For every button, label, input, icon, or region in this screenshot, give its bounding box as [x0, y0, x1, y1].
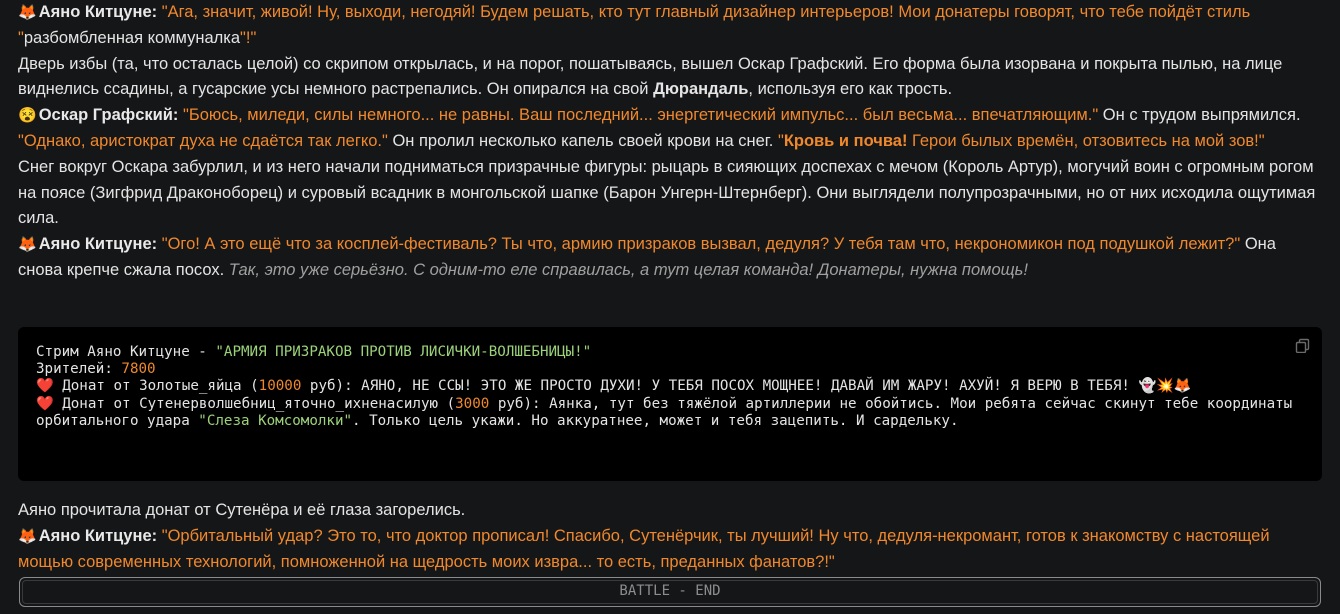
donation-2: ❤️ Донат от Сутенерволшебниц_яточно_ихне…: [36, 396, 1304, 430]
bold-text: Дюрандаль: [653, 80, 749, 99]
fox-icon: 🦊: [18, 236, 37, 254]
copy-icon[interactable]: [1295, 338, 1310, 354]
message-ayano-2: 🦊 Аяно Китцуне: "Ого! А это ещё что за ко…: [18, 232, 1324, 284]
donation-text: . Только цель укажи. Но аккуратнее, може…: [352, 412, 959, 429]
message-ayano-1: 🦊 Аяно Китцуне: "Ага, значит, живой! Ну, …: [18, 0, 1324, 52]
stream-title-label: Стрим Аяно Китцуне -: [36, 344, 216, 360]
donation-1: ❤️ Донат от Золотые_яйца (10000 руб): АЯ…: [36, 378, 1304, 395]
narration-text: Он пролил несколько капель своей крови н…: [387, 131, 778, 150]
fox-icon: 🦊: [18, 527, 37, 545]
narration-text: Он с трудом выпрямился.: [1098, 106, 1301, 125]
speaker-name: Аяно Китцуне:: [38, 3, 158, 21]
explosion-icon: 💥: [1156, 378, 1174, 395]
chat-log-continued: Аяно прочитала донат от Сутенёра и её гл…: [18, 498, 1324, 575]
stream-title: "АРМИЯ ПРИЗРАКОВ ПРОТИВ ЛИСИЧКИ-ВОЛШЕБНИ…: [215, 344, 592, 360]
viewers-line: Зрителей: 7800: [36, 361, 1304, 378]
narration-text: , используя его как трость.: [748, 80, 953, 99]
donation-amount: 3000: [455, 395, 490, 412]
speaker-name: Аяно Китцуне:: [38, 235, 158, 254]
donation-text: Донат от Золотые_яйца (: [53, 378, 259, 395]
dizzy-face-icon: 😵: [18, 107, 37, 125]
fox-icon: 🦊: [1173, 378, 1192, 395]
ghost-icon: 👻: [1138, 378, 1157, 395]
dialogue-quote: "Ого! А это ещё что за косплей-фестиваль…: [161, 235, 1241, 254]
donation-text: руб): АЯНО, НЕ ССЫ! ЭТО ЖЕ ПРОСТО ДУХИ! …: [301, 378, 1139, 395]
heart-icon: ❤️: [36, 378, 54, 395]
narration-1: Дверь избы (та, что осталась целой) со с…: [18, 52, 1324, 104]
thought-text: Так, это уже серьёзно. С одним-то еле сп…: [228, 260, 1028, 279]
speaker-name: Аяно Китцуне:: [38, 526, 158, 545]
dialogue-quote: Герои былых времён, отзовитесь на мой зо…: [907, 131, 1265, 150]
dialogue-quote: "!": [240, 28, 257, 47]
stream-code-block: Стрим Аяно Китцуне - "АРМИЯ ПРИЗРАКОВ ПР…: [18, 327, 1322, 481]
heart-icon: ❤️: [36, 395, 54, 412]
stream-title-line: Стрим Аяно Китцуне - "АРМИЯ ПРИЗРАКОВ ПР…: [36, 344, 1304, 361]
plain-text: разбомбленная коммуналка: [23, 28, 241, 47]
bold-quote: Кровь и почва!: [783, 131, 908, 150]
narration-3: Аяно прочитала донат от Сутенёра и её гл…: [18, 501, 466, 519]
dialogue-quote: "Однако, аристократ духа не сдаётся так …: [18, 131, 388, 150]
dialogue-quote: "Орбитальный удар? Это то, что доктор пр…: [18, 526, 1270, 571]
fox-icon: 🦊: [18, 4, 37, 21]
dialogue-quote: "Боюсь, миледи, силы немного... не равны…: [183, 106, 1099, 125]
battle-end-button[interactable]: BATTLE - END: [19, 577, 1321, 607]
viewers-label: Зрителей:: [36, 361, 122, 378]
narration-text: Дверь избы (та, что осталась целой) со с…: [18, 54, 1283, 99]
donation-quote: "Слеза Комсомолки": [198, 412, 353, 429]
donation-amount: 10000: [258, 378, 302, 395]
viewers-count: 7800: [121, 361, 156, 378]
message-oskar: 😵 Оскар Графский: "Боюсь, миледи, силы не…: [18, 103, 1324, 155]
donation-text: Донат от Сутенерволшебниц_яточно_ихненас…: [53, 395, 456, 412]
narration-2: Снег вокруг Оскара забурлил, и из него н…: [18, 157, 1316, 228]
message-ayano-3: 🦊 Аяно Китцуне: "Орбитальный удар? Это то…: [18, 524, 1324, 576]
speaker-name: Оскар Графский:: [38, 106, 179, 125]
chat-log: 🦊 Аяно Китцуне: "Ага, значит, живой! Ну, …: [18, 0, 1324, 284]
